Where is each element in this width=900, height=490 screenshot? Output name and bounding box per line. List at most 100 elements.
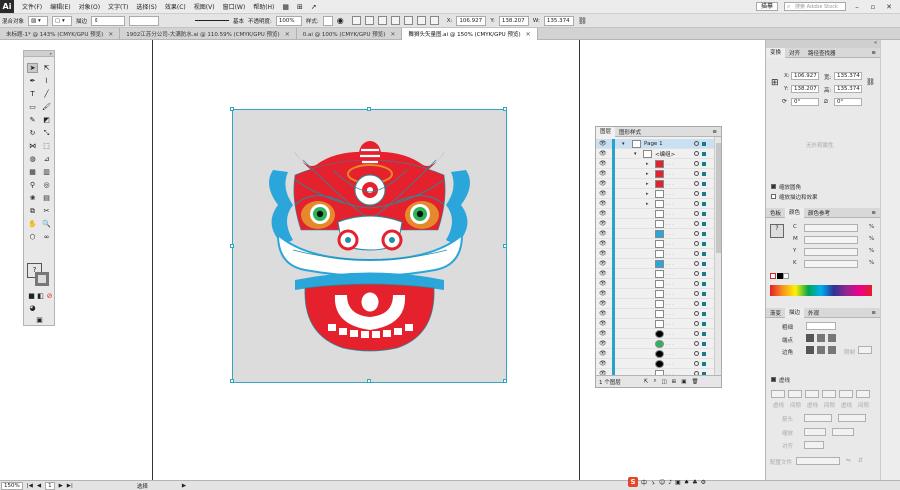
visibility-eye-icon[interactable]: 👁	[599, 240, 607, 247]
menu-window[interactable]: 窗口(W)	[223, 2, 246, 11]
target-icon[interactable]	[694, 271, 699, 276]
expand-icon[interactable]: ▸	[646, 181, 649, 187]
rectangle-tool-icon[interactable]: ▭	[27, 102, 38, 112]
ime-tools-icon[interactable]: ♣	[692, 479, 697, 486]
sogou-logo[interactable]: S	[628, 477, 638, 487]
visibility-eye-icon[interactable]: 👁	[599, 310, 607, 317]
layer-row[interactable]: 👁. . .	[596, 328, 714, 339]
rotate-angle-field[interactable]: 0°	[791, 98, 819, 106]
menu-type[interactable]: 文字(T)	[108, 2, 128, 11]
layer-row[interactable]: 👁 ▸. . .	[596, 188, 714, 199]
selection-tool-icon[interactable]: ➤	[27, 63, 38, 73]
target-icon[interactable]	[694, 211, 699, 216]
visibility-eye-icon[interactable]: 👁	[599, 160, 607, 167]
paintbrush-tool-icon[interactable]: 🖌	[41, 102, 52, 112]
selection-handle[interactable]	[503, 244, 507, 248]
target-icon[interactable]	[694, 231, 699, 236]
selection-handle[interactable]	[503, 107, 507, 111]
prev-artboard-icon[interactable]: ◀	[37, 483, 41, 489]
layer-row-page[interactable]: 👁 ▾ Page 1	[596, 138, 714, 149]
target-icon[interactable]	[694, 191, 699, 196]
target-icon[interactable]	[694, 331, 699, 336]
width-tool-icon[interactable]: ⋈	[27, 141, 38, 151]
expand-icon[interactable]: ▾	[634, 151, 637, 157]
ime-settings-icon[interactable]: ⚙	[701, 479, 706, 486]
bevel-join-icon[interactable]	[828, 346, 836, 354]
eraser-tool-icon[interactable]: ◩	[41, 115, 52, 125]
layer-row-group[interactable]: 👁 ▾ <编组>	[596, 148, 714, 159]
align-top-icon[interactable]	[390, 16, 400, 25]
stroke-weight-input[interactable]	[806, 322, 836, 330]
profile-select[interactable]	[796, 457, 840, 465]
ime-mode[interactable]: 中	[641, 478, 647, 487]
transform-y-field[interactable]: 138.207	[791, 85, 819, 93]
new-sublayer-icon[interactable]: ⊞	[672, 379, 677, 385]
tab-layers[interactable]: 图层	[596, 126, 616, 137]
color-fill-stroke-icon[interactable]: ?	[770, 224, 784, 238]
pen-tool-icon[interactable]: ✒	[27, 76, 38, 86]
constrain-link-icon[interactable]: ⛓	[578, 17, 587, 25]
none-mode-icon[interactable]: ⊘	[44, 291, 55, 301]
cyan-slider[interactable]	[804, 224, 858, 232]
yellow-slider[interactable]	[804, 248, 858, 256]
tab-stroke[interactable]: 描边	[785, 307, 805, 318]
style-picker[interactable]	[322, 15, 333, 26]
artboard[interactable]	[230, 107, 507, 383]
round-cap-icon[interactable]	[817, 334, 825, 342]
arrow-scale-start[interactable]	[804, 428, 826, 436]
dashed-line-checkbox[interactable]	[771, 377, 776, 382]
menu-select[interactable]: 选择(S)	[136, 2, 157, 11]
hand-tool-icon[interactable]: ✋	[27, 219, 38, 229]
layer-row[interactable]: 👁 ▸. . .	[596, 168, 714, 179]
direct-selection-tool-icon[interactable]: ⇱	[41, 63, 52, 73]
visibility-eye-icon[interactable]: 👁	[599, 300, 607, 307]
shaper-tool-icon[interactable]: ✎	[27, 115, 38, 125]
menu-help[interactable]: 帮助(H)	[253, 2, 274, 11]
expand-icon[interactable]: ▸	[646, 161, 649, 167]
visibility-eye-icon[interactable]: 👁	[599, 200, 607, 207]
zoom-level[interactable]: 150%	[1, 481, 23, 490]
document-tab[interactable]: 0.ai @ 100% (CMYK/GPU 预览) ✕	[297, 28, 403, 40]
transform-h-field[interactable]: 135.374	[834, 85, 862, 93]
target-icon[interactable]	[694, 141, 699, 146]
mesh-tool-icon[interactable]: ▦	[27, 167, 38, 177]
status-menu-icon[interactable]: ▶	[182, 483, 186, 489]
selection-handle[interactable]	[367, 379, 371, 383]
tab-gradient[interactable]: 渐变	[766, 309, 785, 317]
visibility-eye-icon[interactable]: 👁	[599, 270, 607, 277]
stroke-weight-field[interactable]: ⇕	[91, 15, 126, 26]
layer-row[interactable]: 👁 ▸. . .	[596, 198, 714, 209]
slice-tool-icon[interactable]: ✂	[41, 206, 52, 216]
document-tab[interactable]: 未标题-1* @ 143% (CMYK/GPU 预览) ✕	[0, 28, 121, 40]
menu-effect[interactable]: 效果(C)	[165, 2, 186, 11]
constrain-proportions-icon[interactable]: ⛓	[866, 78, 875, 86]
expand-icon[interactable]: ▸	[646, 171, 649, 177]
shape-builder-tool-icon[interactable]: ◍	[27, 154, 38, 164]
first-artboard-icon[interactable]: |◀	[27, 483, 33, 489]
miter-limit-input[interactable]	[858, 346, 872, 354]
black-slider[interactable]	[804, 260, 858, 268]
target-icon[interactable]	[694, 361, 699, 366]
new-layer-icon[interactable]: ▣	[681, 379, 686, 385]
selection-handle[interactable]	[230, 379, 234, 383]
target-icon[interactable]	[694, 241, 699, 246]
target-icon[interactable]	[694, 291, 699, 296]
selection-handle[interactable]	[230, 107, 234, 111]
panel-menu-icon[interactable]: ≡	[708, 129, 721, 135]
layer-row[interactable]: 👁. . .	[596, 278, 714, 289]
column-graph-tool-icon[interactable]: ▤	[41, 193, 52, 203]
distribute-icon[interactable]	[429, 16, 439, 25]
target-icon[interactable]	[694, 221, 699, 226]
shear-angle-field[interactable]: 0°	[834, 98, 862, 106]
fill-stroke-swatch[interactable]: ?	[27, 263, 51, 287]
artboard-number[interactable]: 1	[45, 481, 55, 490]
tab-color[interactable]: 颜色	[785, 207, 805, 218]
visibility-eye-icon[interactable]: 👁	[599, 280, 607, 287]
tab-close-icon[interactable]: ✕	[390, 31, 395, 38]
visibility-eye-icon[interactable]: 👁	[599, 190, 607, 197]
lion-head-artwork[interactable]	[233, 110, 506, 382]
maximize-icon[interactable]: ▫	[868, 3, 878, 11]
tab-swatches[interactable]: 色板	[766, 209, 785, 217]
layer-row[interactable]: 👁. . .	[596, 338, 714, 349]
x-field[interactable]: 106.927	[456, 15, 487, 26]
